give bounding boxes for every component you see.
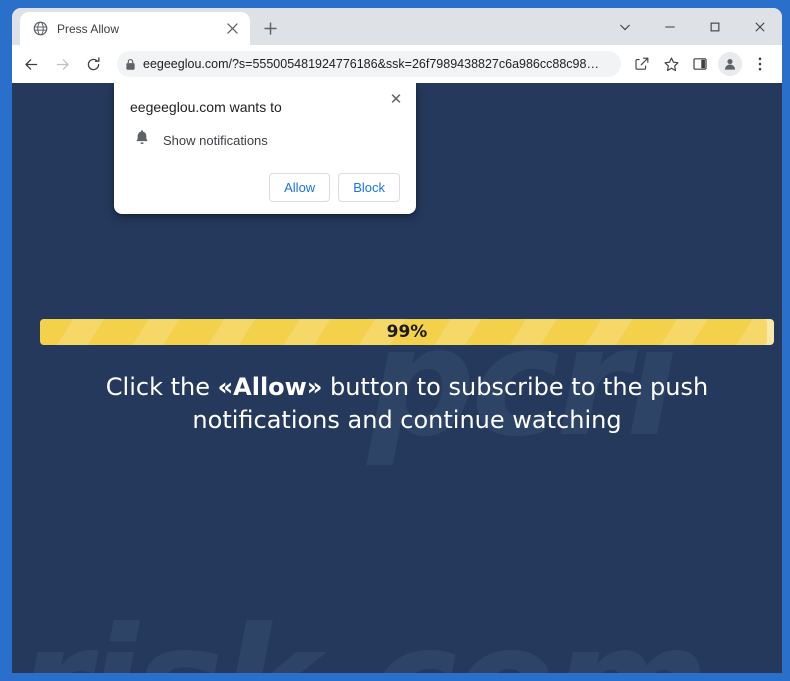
page-viewport: pcri .risk.com 99% Click the «Allow» but…	[12, 83, 782, 673]
watermark-line-2: .risk.com	[12, 608, 782, 673]
address-bar[interactable]: eegeeglou.com/?s=555005481924776186&ssk=…	[117, 51, 621, 77]
dialog-close-icon[interactable]: ✕	[386, 89, 406, 109]
dialog-permission-label: Show notifications	[163, 132, 268, 148]
browser-window: Press Allow eegeeglou.com/?s=55500548192…	[0, 0, 790, 681]
star-icon[interactable]	[657, 50, 685, 78]
tab-search-chevron-down-icon[interactable]	[602, 8, 647, 45]
browser-tab[interactable]: Press Allow	[20, 12, 250, 45]
lock-icon[interactable]	[117, 51, 143, 77]
close-window-button[interactable]	[737, 8, 782, 45]
headline-prefix: Click the	[105, 373, 218, 401]
address-bar-url: eegeeglou.com/?s=555005481924776186&ssk=…	[143, 57, 599, 71]
tab-strip: Press Allow	[12, 8, 782, 45]
block-button[interactable]: Block	[338, 173, 400, 202]
allow-button[interactable]: Allow	[269, 173, 331, 202]
share-icon[interactable]	[628, 50, 656, 78]
progress-bar: 99%	[40, 319, 774, 345]
dialog-title: eegeeglou.com wants to	[130, 99, 282, 115]
tab-title: Press Allow	[57, 21, 120, 36]
globe-icon	[32, 21, 48, 37]
dialog-permission-row: Show notifications	[130, 129, 400, 151]
headline-emphasis: «Allow»	[217, 373, 323, 401]
notification-permission-dialog: ✕ eegeeglou.com wants to Show notificati…	[114, 83, 416, 214]
back-button[interactable]	[16, 49, 46, 79]
forward-button	[47, 49, 77, 79]
chrome-frame: Press Allow eegeeglou.com/?s=55500548192…	[12, 8, 782, 673]
side-panel-icon[interactable]	[686, 50, 714, 78]
maximize-button[interactable]	[692, 8, 737, 45]
dialog-actions: Allow Block	[130, 173, 400, 202]
progress-bar-label: 99%	[386, 322, 428, 342]
new-tab-button[interactable]	[256, 14, 284, 42]
tab-close-icon[interactable]	[224, 20, 241, 37]
profile-avatar-icon[interactable]	[718, 52, 742, 76]
window-controls	[602, 8, 782, 45]
page-headline: Click the «Allow» button to subscribe to…	[57, 371, 757, 437]
three-dot-menu-icon[interactable]	[746, 50, 774, 78]
minimize-button[interactable]	[647, 8, 692, 45]
browser-toolbar: eegeeglou.com/?s=555005481924776186&ssk=…	[12, 45, 782, 83]
reload-button[interactable]	[78, 49, 108, 79]
bell-icon	[134, 129, 150, 151]
